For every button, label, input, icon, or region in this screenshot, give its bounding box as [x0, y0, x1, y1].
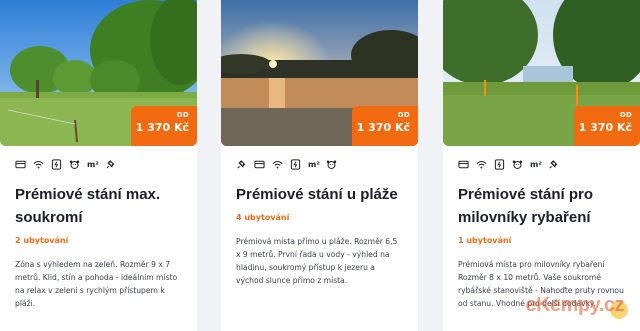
plug-icon: [549, 160, 558, 169]
area-m2-icon: m²: [87, 160, 99, 169]
watermark: eKempy.cz: [525, 294, 624, 316]
dog-icon: [69, 160, 80, 169]
card-icon: [15, 160, 26, 169]
amenities-row: m²: [443, 146, 640, 174]
price-prefix: OD: [397, 111, 410, 119]
price-value: 1 370 Kč: [135, 121, 189, 134]
dog-icon: [512, 160, 523, 169]
area-m2-icon: m²: [530, 160, 542, 169]
price-prefix: OD: [619, 111, 632, 119]
price-value: 1 370 Kč: [578, 121, 632, 134]
card-photo-lakeside[interactable]: OD 1 370 Kč: [443, 0, 640, 146]
price-prefix: OD: [176, 111, 189, 119]
power-socket-icon: [290, 159, 301, 170]
card-description: Zóna s výhledem na zeleň. Rozměr 9 x 7 m…: [15, 260, 178, 308]
card-title[interactable]: Prémiové stání pro milovníky rybaření: [443, 174, 640, 229]
power-socket-icon: [494, 159, 505, 170]
amenities-row: m²: [0, 146, 197, 174]
card-icon: [254, 160, 265, 169]
accommodation-card-3[interactable]: OD 1 370 Kč m² Prémiové stání pro milovn…: [443, 0, 640, 331]
accommodation-card-2[interactable]: OD 1 370 Kč m² Prémiové stání u pláže 4 …: [221, 0, 418, 331]
plug-icon: [237, 160, 246, 169]
wifi-icon: [272, 161, 283, 169]
dog-icon: [326, 160, 337, 169]
power-socket-icon: [51, 159, 62, 170]
card-title[interactable]: Prémiové stání max. soukromí: [0, 174, 197, 229]
amenities-row: m²: [221, 146, 418, 174]
card-description: Prémiová místa přímo u pláže. Rozměr 6,5…: [236, 237, 398, 285]
price-badge: OD 1 370 Kč: [574, 106, 640, 146]
accommodation-count: 4 ubytování: [236, 213, 290, 222]
price-badge: OD 1 370 Kč: [131, 106, 197, 146]
price-value: 1 370 Kč: [356, 121, 410, 134]
plug-icon: [106, 160, 115, 169]
accommodation-card-1[interactable]: OD 1 370 Kč m² Prémiové stání max. soukr…: [0, 0, 197, 331]
accommodation-count: 2 ubytování: [15, 236, 69, 245]
wifi-icon: [476, 161, 487, 169]
card-photo-sunrise[interactable]: OD 1 370 Kč: [221, 0, 418, 146]
area-m2-icon: m²: [308, 160, 320, 169]
accommodation-count: 1 ubytování: [458, 236, 512, 245]
wifi-icon: [33, 161, 44, 169]
price-badge: OD 1 370 Kč: [352, 106, 418, 146]
card-title[interactable]: Prémiové stání u pláže: [221, 174, 418, 206]
card-photo-meadow[interactable]: OD 1 370 Kč: [0, 0, 197, 146]
card-icon: [458, 160, 469, 169]
